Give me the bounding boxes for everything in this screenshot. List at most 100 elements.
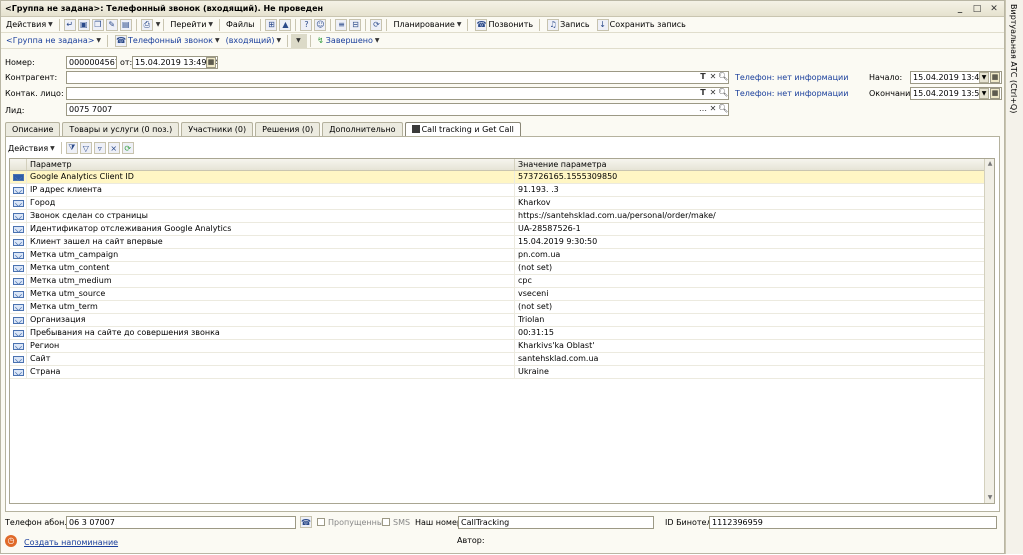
number-field[interactable]: 00000045675 [66,56,117,69]
clear-filter-icon[interactable]: ⨯ [107,142,120,154]
tab-participants[interactable]: Участники (0) [181,122,254,136]
table-row[interactable]: Пребывания на сайте до совершения звонка… [10,327,994,340]
secondary-toolbar: <Группа не задана> ▼ ☎ Телефонный звонок ▼ … [1,33,1004,49]
contact-phone-link[interactable]: Телефон: нет информации [735,89,848,98]
create-reminder-link[interactable]: Создать напоминание [24,538,118,547]
subscriber-phone-field[interactable]: 06 3 07007 [66,516,296,529]
direction-selector[interactable]: (входящий) ▼ [223,34,285,48]
clear-icon[interactable]: ✕ [708,71,718,84]
value-cell: Kharkivs'ka Oblast' [518,341,595,350]
close-icon[interactable]: ✕ [987,3,1001,15]
refresh-icon[interactable]: ⟳ [370,18,383,31]
delete-icon[interactable]: ▤ [119,18,132,31]
tab-goods-services[interactable]: Товары и услуги (0 поз.) [62,122,180,136]
maximize-icon[interactable]: □ [970,3,984,15]
virtual-pbx-panel[interactable]: Виртуальная АТС (Ctrl+Q) [1005,0,1023,554]
type-select-icon[interactable]: T [698,71,708,84]
table-actions-menu-button[interactable]: Действия ▼ [5,141,58,155]
minimize-icon[interactable]: _ [953,3,967,15]
edit-icon[interactable]: ✎ [105,18,118,31]
print-icon[interactable]: ⎙ [140,18,153,31]
help-icon[interactable]: ? [300,18,313,31]
calendar-icon[interactable]: ▦ [206,57,216,68]
table-row[interactable]: Метка utm_campaign pn.com.ua [10,249,994,262]
envelope-icon [12,238,24,246]
lead-field[interactable]: 0075 7007 [66,103,729,116]
table-row[interactable]: Клиент зашел на сайт впервые 15.04.2019 9… [10,236,994,249]
table-row[interactable]: Регион Kharkivs'ka Oblast' [10,340,994,353]
column-header-parameter[interactable]: Параметр [27,159,515,170]
chevron-down-icon[interactable]: ▼ [156,21,161,28]
contact-person-field[interactable] [66,87,729,100]
planning-menu-button[interactable]: Планирование ▼ [390,18,464,32]
status-selector[interactable]: ↯ Завершено ▼ [314,34,382,48]
filter-icon[interactable]: ⧩ [65,142,78,154]
structure-icon[interactable]: ⊞ [265,18,278,31]
tab-call-tracking[interactable]: Call tracking и Get Call [404,122,521,136]
tab-additional[interactable]: Дополнительно [322,122,403,136]
search-icon[interactable]: 🔍︎ [718,103,728,116]
filter-dropdown-icon[interactable]: ▿ [93,142,106,154]
call-button[interactable]: ☎ Позвонить [471,18,536,32]
table-row[interactable]: Метка utm_medium cpc [10,275,994,288]
clear-icon[interactable]: ✕ [708,103,718,116]
table-row[interactable]: Метка utm_source vseceni [10,288,994,301]
table-row[interactable]: Звонок сделан со страницы https://santehs… [10,210,994,223]
tree-icon[interactable]: ⊟ [349,18,362,31]
table-row[interactable]: Метка utm_term (not set) [10,301,994,314]
search-icon[interactable]: 🔍︎ [718,71,728,84]
chevron-down-icon: ▼ [214,37,220,44]
calendar-icon[interactable]: ▦ [990,72,1000,83]
files-button[interactable]: Файлы [223,18,257,32]
clear-icon[interactable]: ✕ [708,87,718,100]
filter-list-icon[interactable]: ▽ [79,142,92,154]
table-row[interactable]: Организация Triolan [10,314,994,327]
goto-menu-button[interactable]: Перейти ▼ [167,18,216,32]
group-selector[interactable]: <Группа не задана> ▼ [3,34,104,48]
copy-icon[interactable]: ❐ [91,18,104,31]
vertical-scrollbar[interactable]: ▲ ▼ [984,159,994,503]
chevron-down-icon[interactable]: ▼ [979,72,989,83]
phone-icon: ☎ [115,34,128,47]
record-button[interactable]: ♫ Запись [543,18,593,32]
color-selector[interactable]: ▼ [291,33,308,48]
scroll-up-icon[interactable]: ▲ [985,159,994,169]
table-row[interactable]: Город Kharkov [10,197,994,210]
table-row[interactable]: Идентификатор отслеживания Google Analyt… [10,223,994,236]
save-icon[interactable]: ▣ [77,18,90,31]
type-select-icon[interactable]: T [698,87,708,100]
table-row[interactable]: Страна Ukraine [10,366,994,379]
lock-icon[interactable]: ▲ [279,18,292,31]
phone-book-icon[interactable]: ☎ [300,516,312,528]
search-icon[interactable]: 🔍︎ [718,87,728,100]
tab-description[interactable]: Описание [5,122,61,136]
scroll-down-icon[interactable]: ▼ [985,493,994,503]
tab-decisions[interactable]: Решения (0) [255,122,321,136]
user-icon[interactable]: ☺ [314,18,327,31]
our-number-field[interactable]: CallTracking [458,516,654,529]
chevron-down-icon: ▼ [456,21,462,28]
table-row[interactable]: Google Analytics Client ID 573726165.1555… [10,171,994,184]
chevron-down-icon[interactable]: ▼ [979,88,989,99]
sms-checkbox[interactable] [382,518,390,526]
separator [60,142,62,154]
contractor-field[interactable] [66,71,729,84]
actions-menu-button[interactable]: Действия ▼ [3,18,56,32]
refresh-icon[interactable]: ⟳ [121,142,134,154]
table-row[interactable]: IP адрес клиента 91.193. .3 [10,184,994,197]
call-type-selector[interactable]: ☎ Телефонный звонок ▼ [111,34,223,48]
envelope-icon [12,290,24,298]
binotel-id-field[interactable]: 1112396959 [709,516,997,529]
missed-checkbox[interactable] [317,518,325,526]
select-dots-icon[interactable]: … [698,103,708,116]
list-icon[interactable]: ≡ [335,18,348,31]
contractor-phone-link[interactable]: Телефон: нет информации [735,73,848,82]
reminder-icon[interactable]: ◷ [5,535,17,547]
separator [365,18,367,31]
column-header-value[interactable]: Значение параметра [515,159,994,170]
post-document-icon[interactable]: ↵ [63,18,76,31]
table-row[interactable]: Метка utm_content (not set) [10,262,994,275]
table-row[interactable]: Сайт santehsklad.com.ua [10,353,994,366]
calendar-icon[interactable]: ▦ [990,88,1000,99]
save-record-button[interactable]: ↓ Сохранить запись [593,18,689,32]
